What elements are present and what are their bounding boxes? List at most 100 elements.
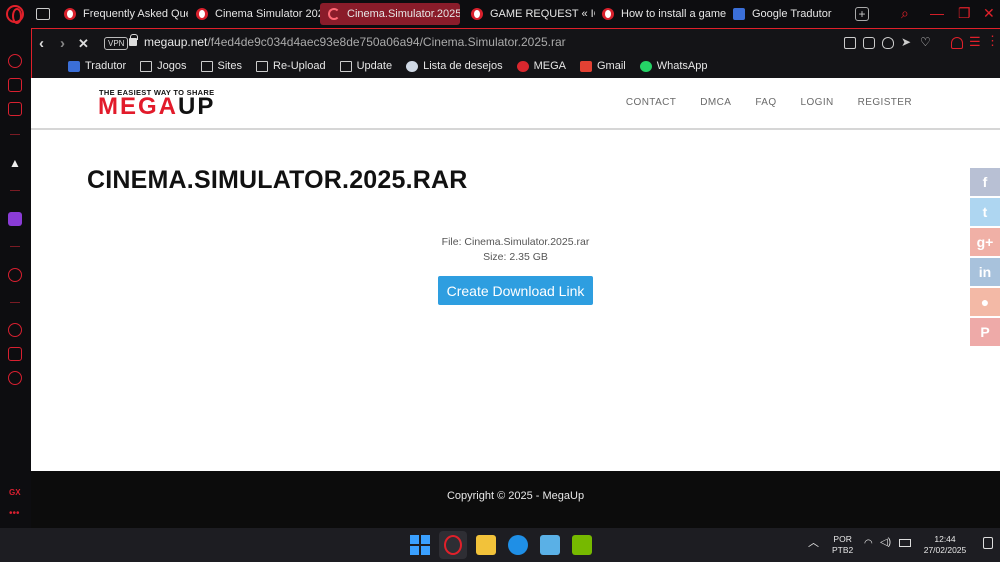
history-icon[interactable] (8, 323, 22, 337)
megaup-logo[interactable]: MEGAUP (98, 93, 215, 121)
search-tabs-icon[interactable]: ⌕ (901, 5, 909, 22)
clock-date: 27/02/2025 (923, 545, 967, 555)
easy-setup-icon[interactable]: ☰ (969, 34, 981, 50)
tab-cinema-simulator[interactable]: Cinema Simulator 2025 (188, 3, 320, 25)
address-field[interactable]: megaup.net/f4ed4de9c034d4aec93e8de750a06… (144, 35, 566, 49)
new-tab-icon[interactable]: + (855, 7, 869, 21)
bookmark-update[interactable]: Update (339, 60, 392, 72)
google-translate-icon (733, 8, 745, 20)
opera-icon (602, 8, 614, 20)
bookmark-tradutor[interactable]: Tradutor (68, 60, 126, 72)
share-bar: f t g+ in ● P (970, 168, 1000, 348)
more-icon[interactable]: ••• (9, 508, 20, 519)
player-icon[interactable] (8, 102, 22, 116)
sidebar: ▲ GX ••• (0, 28, 30, 528)
url-domain: megaup.net (144, 35, 208, 49)
whatsapp-icon (639, 60, 652, 72)
opera-menu-icon[interactable] (6, 5, 24, 24)
clock[interactable]: 12:44 27/02/2025 (920, 534, 970, 556)
gmail-icon (579, 60, 592, 72)
bookmark-re-upload[interactable]: Re-Upload (256, 60, 326, 72)
browser-toolbar: ‹ › ✕ VPN megaup.net/f4ed4de9c034d4aec93… (31, 28, 1000, 78)
bookmark-gmail[interactable]: Gmail (579, 60, 626, 72)
clock-time: 12:44 (934, 534, 956, 544)
sidebar-divider (10, 190, 20, 191)
nvidia-icon[interactable] (572, 535, 592, 555)
nav-register[interactable]: REGISTER (858, 97, 912, 108)
bookmark-mega[interactable]: MEGA (516, 60, 566, 72)
bookmark-whatsapp[interactable]: WhatsApp (639, 60, 707, 72)
show-hidden-icons[interactable]: ︿ (808, 538, 819, 549)
maximize-icon[interactable]: ❐ (958, 5, 971, 22)
gx-corner-icon[interactable] (8, 78, 22, 92)
shield-icon[interactable] (882, 37, 894, 49)
taskbar: ︿ POR PTB2 ◠ ◁) 12:44 27/02/2025 (0, 528, 1000, 562)
bookmark-jogos[interactable]: Jogos (140, 60, 187, 72)
nav-faq[interactable]: FAQ (755, 97, 776, 108)
logo-mega: MEGA (98, 93, 178, 120)
send-icon[interactable]: ➤ (901, 35, 911, 49)
lang-code: POR (833, 534, 852, 544)
menu-icon[interactable]: ⋮ (986, 33, 999, 49)
nav-contact[interactable]: CONTACT (626, 97, 676, 108)
lock-icon[interactable] (129, 34, 138, 46)
tab-bar: Frequently Asked Quest Cinema Simulator … (0, 0, 1000, 28)
extensions-icon[interactable] (8, 347, 22, 361)
bookmark-lista-de-desejos[interactable]: Lista de desejos (406, 60, 503, 72)
battery-icon[interactable] (899, 539, 911, 547)
facebook-share-icon[interactable]: f (970, 168, 1000, 196)
edit-icon[interactable] (844, 37, 856, 49)
video-icon[interactable] (8, 268, 22, 282)
close-icon[interactable]: ✕ (983, 5, 995, 22)
folder-icon (256, 60, 268, 72)
nav-login[interactable]: LOGIN (801, 97, 834, 108)
aria-icon[interactable]: ▲ (9, 156, 21, 170)
volume-icon[interactable]: ◁) (880, 537, 891, 548)
gx-label: GX (9, 488, 21, 497)
site-header: THE EASIEST WAY TO SHARE MEGAUP CONTACT … (31, 78, 1000, 130)
tab-game-request[interactable]: GAME REQUEST « IGG (463, 3, 595, 25)
gx-control-icon[interactable] (8, 54, 22, 68)
minimize-icon[interactable]: — (930, 5, 944, 21)
folder-icon (200, 60, 213, 72)
heart-icon[interactable]: ♡ (920, 35, 931, 49)
keyboard-layout: PTB2 (832, 545, 854, 555)
control-panel-icon[interactable] (540, 535, 560, 555)
camera-icon[interactable] (863, 37, 875, 49)
tab-google-tradutor[interactable]: Google Tradutor (725, 3, 857, 25)
mega-icon (516, 60, 529, 72)
windows-start-icon[interactable] (410, 535, 430, 555)
logo-up: UP (178, 93, 216, 120)
notifications-icon[interactable] (983, 537, 993, 549)
file-size: Size: 2.35 GB (483, 251, 548, 263)
back-icon[interactable]: ‹ (39, 35, 44, 52)
settings-icon[interactable] (8, 371, 22, 385)
tab-cinema-rar[interactable]: Cinema.Simulator.2025.rar (320, 3, 460, 25)
opera-icon (196, 8, 208, 20)
loading-icon (328, 8, 340, 20)
vpn-badge[interactable]: VPN (104, 37, 129, 50)
tab-how-to-install[interactable]: How to install a game o (594, 3, 726, 25)
profile-icon[interactable] (951, 37, 963, 49)
create-download-link-button[interactable]: Create Download Link (438, 276, 593, 305)
language-indicator[interactable]: POR PTB2 (832, 534, 853, 556)
pinterest-share-icon[interactable]: P (970, 318, 1000, 346)
google-plus-share-icon[interactable]: g+ (970, 228, 1000, 256)
twitter-share-icon[interactable]: t (970, 198, 1000, 226)
bookmark-sites[interactable]: Sites (200, 60, 242, 72)
bookmarks-bar: Tradutor Jogos Sites Re-Upload Update Li… (68, 58, 707, 74)
forward-icon[interactable]: › (60, 35, 65, 52)
lightning-app-icon[interactable] (508, 535, 528, 555)
reddit-share-icon[interactable]: ● (970, 288, 1000, 316)
tab-islands-icon[interactable] (36, 8, 50, 20)
file-name: File: Cinema.Simulator.2025.rar (441, 236, 590, 248)
linkedin-share-icon[interactable]: in (970, 258, 1000, 286)
wifi-icon[interactable]: ◠ (864, 538, 873, 549)
twitch-icon[interactable] (8, 212, 22, 226)
opera-gx-taskbar-icon[interactable] (439, 531, 467, 559)
stop-loading-icon[interactable]: ✕ (78, 36, 89, 52)
tab-faq[interactable]: Frequently Asked Quest (56, 3, 188, 25)
file-explorer-icon[interactable] (476, 535, 496, 555)
nav-dmca[interactable]: DMCA (700, 97, 731, 108)
folder-icon (140, 60, 153, 72)
